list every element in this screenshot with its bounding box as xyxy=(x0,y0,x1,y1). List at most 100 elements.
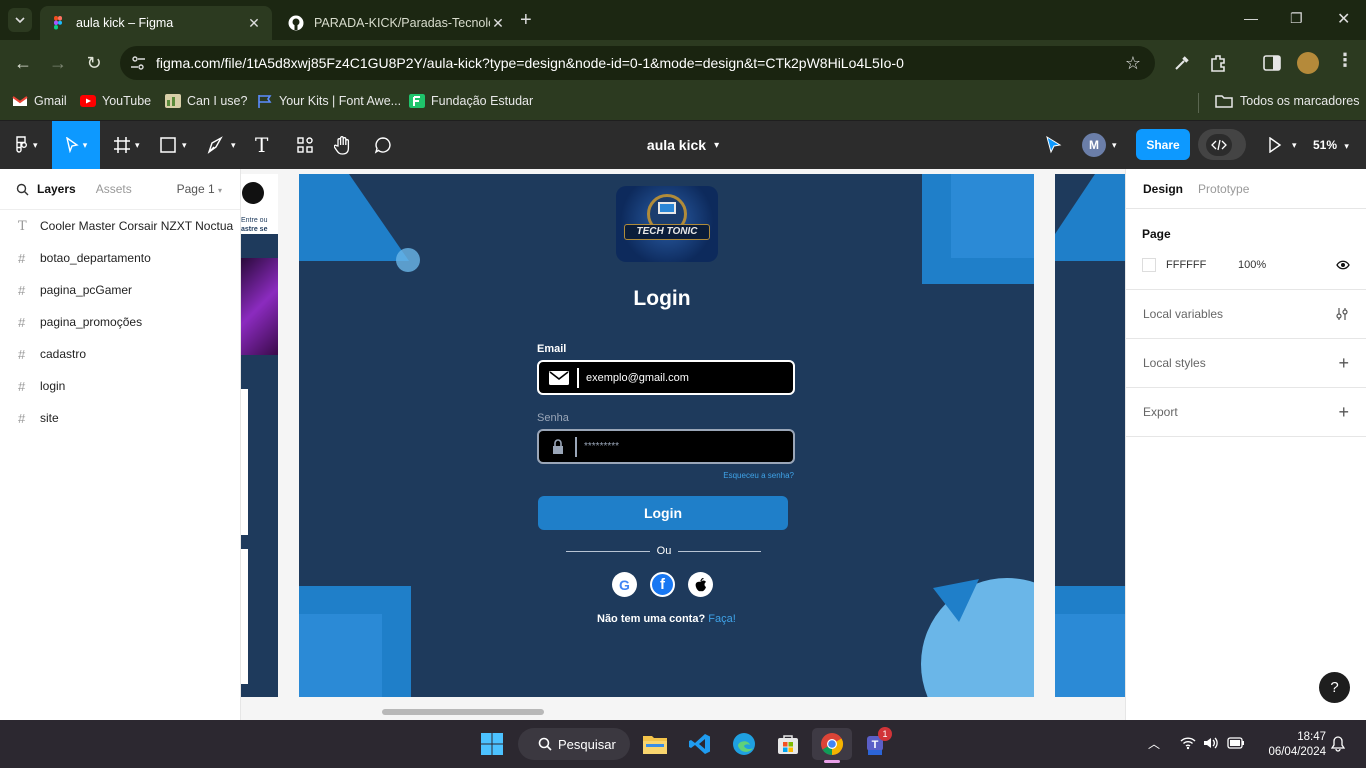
facebook-login-icon[interactable]: f xyxy=(650,572,675,597)
add-icon[interactable]: + xyxy=(1338,402,1349,423)
avatar[interactable]: M xyxy=(1082,133,1106,157)
minimize-button[interactable]: — xyxy=(1244,10,1258,26)
tab-assets[interactable]: Assets xyxy=(96,182,132,196)
bookmark-youtube[interactable]: YouTube xyxy=(80,94,151,108)
frame-tool[interactable]: ▾ xyxy=(113,121,140,169)
bookmark-caniuse[interactable]: Can I use? xyxy=(165,94,247,108)
back-button[interactable]: ← xyxy=(12,52,34,74)
present-button[interactable]: ▾ xyxy=(1268,121,1297,169)
eye-icon[interactable] xyxy=(1336,260,1350,270)
multiplayer-cursor[interactable] xyxy=(1044,121,1064,169)
edge-button[interactable] xyxy=(728,728,760,760)
tab-prototype[interactable]: Prototype xyxy=(1198,182,1249,196)
page-opacity[interactable]: 100% xyxy=(1238,259,1266,271)
export-section[interactable]: Export + xyxy=(1126,388,1366,437)
comment-icon xyxy=(374,137,391,154)
frame-partial-left[interactable]: Entre ou astre se xyxy=(241,174,278,697)
login-button[interactable]: Login xyxy=(538,496,788,530)
system-clock[interactable]: 18:47 06/04/2024 xyxy=(1256,730,1326,760)
teams-button[interactable]: T 1 xyxy=(860,727,892,760)
bookmark-gmail[interactable]: Gmail xyxy=(12,94,67,108)
help-button[interactable]: ? xyxy=(1319,672,1350,703)
windows-taskbar xyxy=(0,720,1366,768)
search-icon[interactable] xyxy=(16,183,29,196)
layer-row[interactable]: # login xyxy=(0,370,240,402)
google-login-icon[interactable]: G xyxy=(612,572,637,597)
add-icon[interactable]: + xyxy=(1338,353,1349,374)
design-canvas[interactable]: Entre ou astre se TECH TONIC Login Email … xyxy=(241,169,1125,720)
tab-design[interactable]: Design xyxy=(1143,182,1183,196)
forward-button[interactable]: → xyxy=(47,52,69,74)
chevron-down-icon[interactable]: ▾ xyxy=(1112,121,1117,169)
variables-icon[interactable] xyxy=(1335,307,1349,321)
bookmark-fontawesome[interactable]: Your Kits | Font Awe... xyxy=(257,94,401,108)
notification-bell-icon[interactable] xyxy=(1331,736,1345,752)
text-tool[interactable]: T xyxy=(255,121,268,169)
side-panel-icon[interactable] xyxy=(1262,53,1282,73)
pen-tool[interactable]: ▾ xyxy=(207,121,236,169)
apple-login-icon[interactable] xyxy=(688,572,713,597)
page-section-title: Page xyxy=(1142,227,1171,241)
horizontal-scrollbar[interactable] xyxy=(382,709,544,715)
password-field[interactable]: ********* xyxy=(537,429,795,464)
url-bar[interactable]: figma.com/file/1tA5d8xwj85Fz4C1GU8P2Y/au… xyxy=(120,46,1155,80)
color-swatch[interactable] xyxy=(1142,258,1156,272)
wifi-icon[interactable] xyxy=(1180,736,1196,750)
local-styles-section[interactable]: Local styles + xyxy=(1126,339,1366,388)
forgot-password-link[interactable]: Esqueceu a senha? xyxy=(701,471,794,480)
tab-search-button[interactable] xyxy=(8,8,32,32)
frame-partial-right[interactable] xyxy=(1055,174,1125,697)
profile-avatar[interactable] xyxy=(1297,52,1319,74)
tab-github[interactable]: PARADA-KICK/Paradas-Tecnolo ✕ xyxy=(278,6,516,40)
bookmark-star-icon[interactable]: ☆ xyxy=(1125,53,1141,74)
site-settings-icon[interactable] xyxy=(130,55,146,71)
taskbar-search[interactable]: Pesquisar xyxy=(518,728,630,760)
zoom-level[interactable]: 51% ▾ xyxy=(1313,138,1349,152)
eyedropper-icon[interactable] xyxy=(1172,53,1192,73)
share-button[interactable]: Share xyxy=(1136,129,1190,160)
bookmark-fundacao[interactable]: Fundação Estudar xyxy=(409,94,533,108)
layer-row[interactable]: # pagina_pcGamer xyxy=(0,274,240,306)
email-field[interactable]: exemplo@gmail.com xyxy=(537,360,795,395)
resources-tool[interactable] xyxy=(296,121,314,169)
new-tab-button[interactable]: + xyxy=(520,9,532,32)
chrome-menu-icon[interactable]: ⋮ xyxy=(1336,50,1354,71)
page-selector[interactable]: Page 1 ▾ xyxy=(177,182,222,196)
shape-tool[interactable]: ▾ xyxy=(160,121,187,169)
chrome-button[interactable] xyxy=(812,728,852,760)
all-bookmarks-button[interactable]: Todos os marcadores xyxy=(1215,94,1360,108)
cursor-icon xyxy=(65,137,79,153)
main-menu-button[interactable]: ▾ xyxy=(14,121,38,169)
layer-row[interactable]: # cadastro xyxy=(0,338,240,370)
move-tool[interactable]: ▾ xyxy=(52,121,100,169)
tab-figma[interactable]: aula kick – Figma ✕ xyxy=(40,6,272,40)
comment-tool[interactable] xyxy=(374,121,392,169)
vscode-button[interactable] xyxy=(684,728,716,760)
layer-row[interactable]: # botao_departamento xyxy=(0,242,240,274)
layer-row[interactable]: T Cooler Master Corsair NZXT Noctua xyxy=(0,210,240,242)
battery-icon[interactable] xyxy=(1227,737,1245,749)
volume-icon[interactable] xyxy=(1203,736,1219,750)
restore-button[interactable]: ❐ xyxy=(1290,10,1303,27)
reload-button[interactable]: ↻ xyxy=(83,52,105,74)
extensions-icon[interactable] xyxy=(1208,53,1228,73)
dev-mode-toggle[interactable] xyxy=(1198,129,1246,160)
page-fill-row[interactable]: FFFFFF 100% xyxy=(1142,258,1350,272)
file-explorer-button[interactable] xyxy=(639,728,671,760)
start-button[interactable] xyxy=(476,728,508,760)
close-window-button[interactable]: ✕ xyxy=(1337,9,1350,29)
layer-row[interactable]: # site xyxy=(0,402,240,434)
hand-tool[interactable] xyxy=(334,121,352,169)
signup-link[interactable]: Faça! xyxy=(708,613,736,625)
close-tab-icon[interactable]: ✕ xyxy=(246,15,262,32)
tab-layers[interactable]: Layers xyxy=(37,182,76,196)
store-button[interactable] xyxy=(772,728,804,760)
show-hidden-icons[interactable]: ︿ xyxy=(1148,735,1160,752)
code-icon xyxy=(1206,133,1232,156)
frame-layer-icon: # xyxy=(18,346,26,362)
close-tab-icon[interactable]: ✕ xyxy=(490,15,506,32)
page-color-value[interactable]: FFFFFF xyxy=(1166,259,1238,271)
local-variables-section[interactable]: Local variables xyxy=(1126,290,1366,339)
layer-row[interactable]: # pagina_promoções xyxy=(0,306,240,338)
folder-icon xyxy=(1215,95,1233,108)
